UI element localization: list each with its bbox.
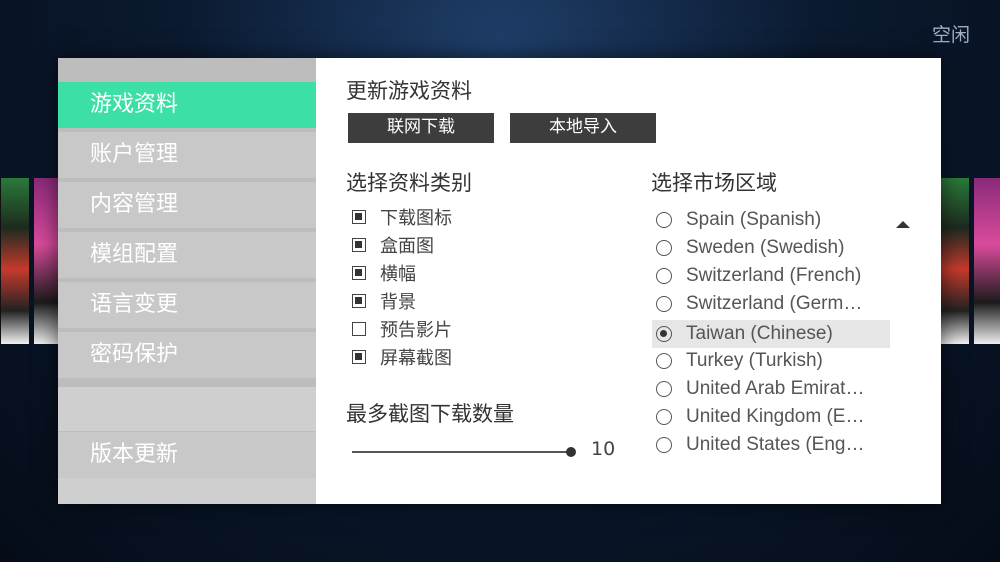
- game-cover-image: [973, 178, 1000, 344]
- category-background[interactable]: 背景: [352, 289, 416, 313]
- game-cover-image: [940, 178, 969, 344]
- region-label: Taiwan (Chinese): [686, 323, 833, 344]
- sidebar-item-content[interactable]: 内容管理: [58, 182, 316, 228]
- checkbox[interactable]: [352, 322, 366, 336]
- category-banner[interactable]: 横幅: [352, 261, 416, 285]
- region-label: Switzerland (Germ…: [686, 293, 863, 314]
- sidebar-item-account[interactable]: 账户管理: [58, 132, 316, 178]
- region-label: United States (Eng…: [686, 434, 865, 455]
- category-trailer[interactable]: 预告影片: [352, 317, 452, 341]
- region-label: Sweden (Swedish): [686, 237, 845, 258]
- checkbox-label: 屏幕截图: [380, 348, 452, 369]
- region-option[interactable]: United Arab Emirat…: [652, 375, 890, 403]
- update-title: 更新游戏资料: [346, 79, 472, 103]
- screenshot-count-slider[interactable]: [352, 451, 571, 453]
- main-panel: 更新游戏资料 联网下载 本地导入 选择资料类别 下载图标 盒面图 横幅 背景 预…: [316, 58, 941, 504]
- scroll-up-arrow-icon[interactable]: [896, 221, 910, 228]
- sidebar-item-game-info[interactable]: 游戏资料: [58, 82, 316, 128]
- region-option[interactable]: Spain (Spanish): [652, 206, 890, 234]
- game-cover-image: [33, 178, 60, 344]
- checkbox-label: 背景: [380, 292, 416, 313]
- region-label: United Arab Emirat…: [686, 378, 865, 399]
- region-option[interactable]: United States (Eng…: [652, 431, 890, 459]
- region-label: Spain (Spanish): [686, 209, 822, 230]
- region-option[interactable]: Turkey (Turkish): [652, 347, 890, 375]
- radio-button[interactable]: [656, 437, 672, 453]
- game-cover-image: [0, 178, 29, 344]
- settings-dialog: 游戏资料 账户管理 内容管理 模组配置 语言变更 密码保护 版本更新 更新游戏资…: [58, 58, 941, 504]
- checkbox[interactable]: [352, 210, 366, 224]
- radio-button[interactable]: [656, 353, 672, 369]
- region-label: Turkey (Turkish): [686, 350, 823, 371]
- region-option-selected[interactable]: Taiwan (Chinese): [652, 320, 890, 348]
- region-label: United Kingdom (E…: [686, 406, 865, 427]
- checkbox-label: 下载图标: [380, 208, 452, 229]
- category-download-icon[interactable]: 下载图标: [352, 205, 452, 229]
- region-option[interactable]: Sweden (Swedish): [652, 234, 890, 262]
- radio-button[interactable]: [656, 296, 672, 312]
- radio-button[interactable]: [656, 268, 672, 284]
- background-covers-left: [0, 178, 60, 344]
- sidebar-item-version-update[interactable]: 版本更新: [58, 432, 316, 478]
- checkbox[interactable]: [352, 266, 366, 280]
- background-covers-right: [940, 178, 1000, 344]
- region-option[interactable]: Switzerland (French): [652, 262, 890, 290]
- category-title: 选择资料类别: [346, 171, 472, 195]
- sidebar-spacer: [58, 478, 316, 504]
- checkbox-label: 预告影片: [380, 320, 452, 341]
- region-option[interactable]: United Kingdom (E…: [652, 403, 890, 431]
- slider-value: 10: [591, 438, 616, 460]
- local-import-button[interactable]: 本地导入: [510, 113, 656, 143]
- sidebar-item-mods[interactable]: 模组配置: [58, 232, 316, 278]
- region-title: 选择市场区域: [651, 171, 777, 195]
- sidebar: 游戏资料 账户管理 内容管理 模组配置 语言变更 密码保护 版本更新: [58, 58, 316, 504]
- region-option[interactable]: Switzerland (Germ…: [652, 290, 890, 318]
- radio-button[interactable]: [656, 240, 672, 256]
- checkbox[interactable]: [352, 350, 366, 364]
- sidebar-spacer: [58, 387, 316, 431]
- slider-handle[interactable]: [566, 447, 576, 457]
- radio-button[interactable]: [656, 326, 672, 342]
- region-label: Switzerland (French): [686, 265, 862, 286]
- checkbox[interactable]: [352, 238, 366, 252]
- checkbox-label: 横幅: [380, 264, 416, 285]
- max-screenshots-title: 最多截图下载数量: [346, 402, 514, 426]
- status-text: 空闲: [931, 24, 970, 46]
- category-box-art[interactable]: 盒面图: [352, 233, 434, 257]
- sidebar-item-language[interactable]: 语言变更: [58, 282, 316, 328]
- radio-button[interactable]: [656, 381, 672, 397]
- sidebar-item-password[interactable]: 密码保护: [58, 332, 316, 378]
- radio-button[interactable]: [656, 409, 672, 425]
- checkbox[interactable]: [352, 294, 366, 308]
- radio-button[interactable]: [656, 212, 672, 228]
- category-screenshots[interactable]: 屏幕截图: [352, 345, 452, 369]
- online-download-button[interactable]: 联网下载: [348, 113, 494, 143]
- checkbox-label: 盒面图: [380, 236, 434, 257]
